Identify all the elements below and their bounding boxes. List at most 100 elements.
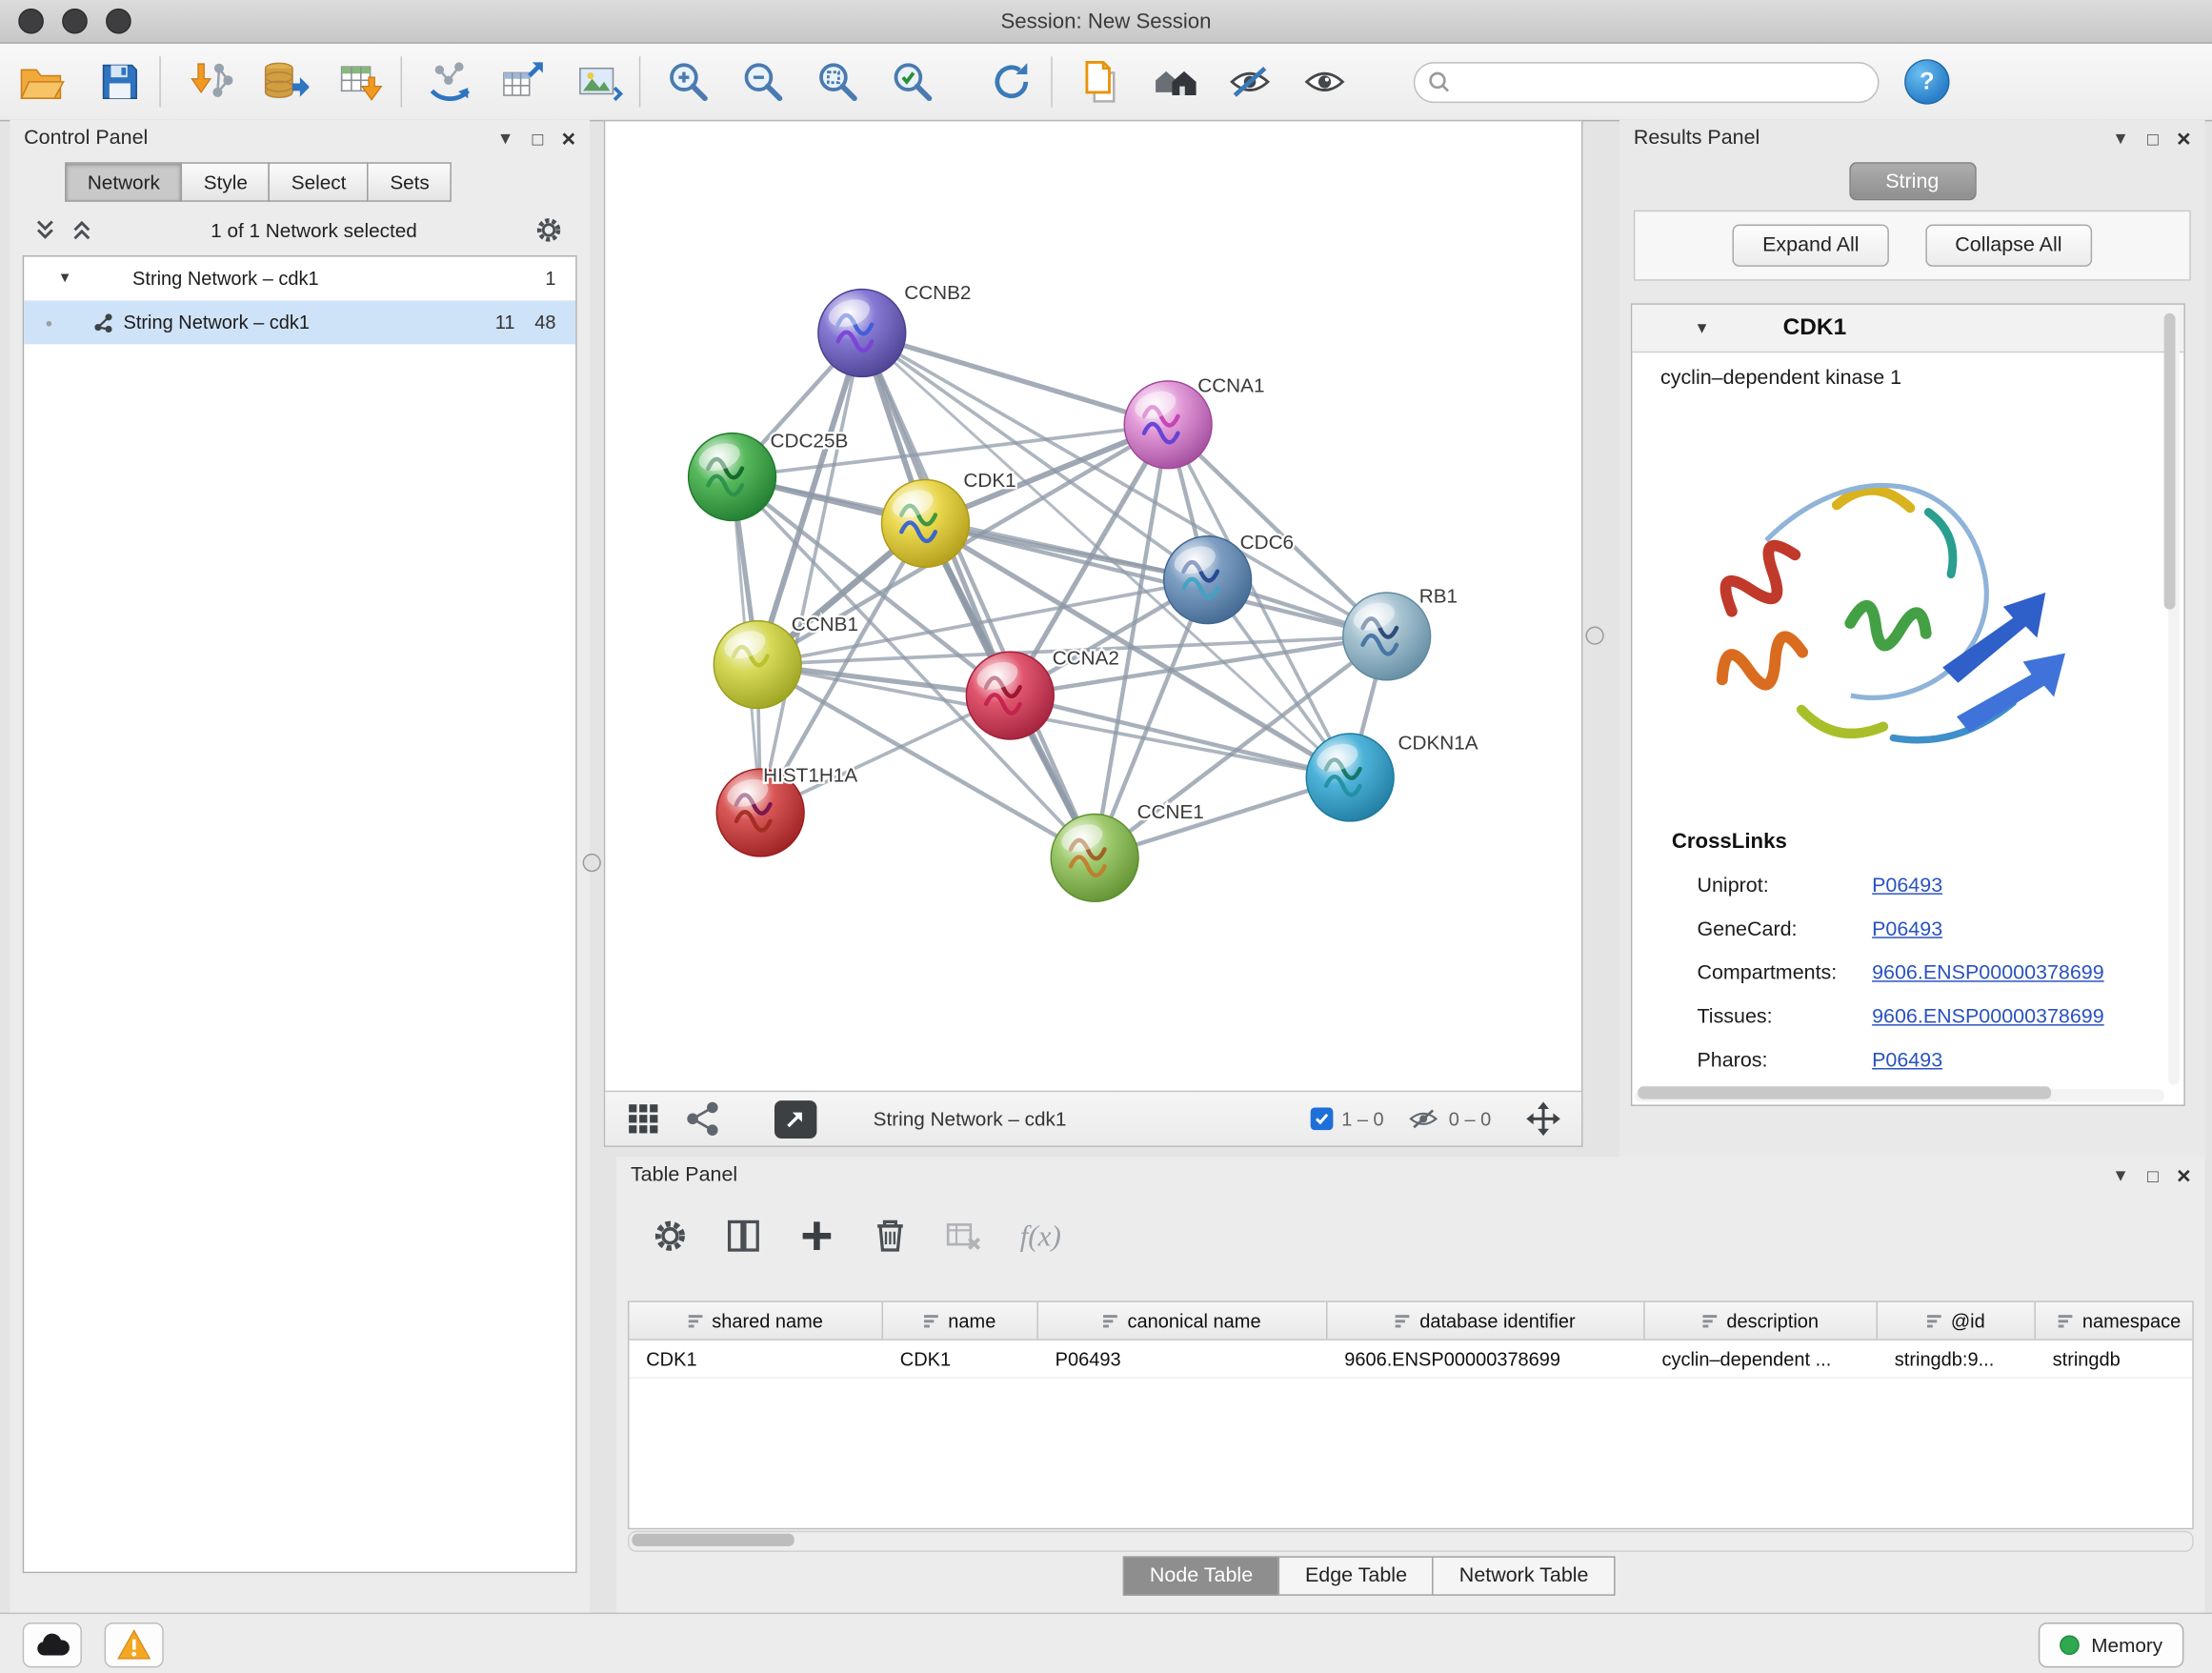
undock-icon[interactable]: □ <box>533 129 544 147</box>
tree-expand-icon[interactable]: ▼ <box>58 271 72 286</box>
table-cell[interactable]: cyclin–dependent ... <box>1645 1340 1878 1378</box>
collapse-all-button[interactable]: Collapse All <box>1925 224 2091 266</box>
undock-icon[interactable]: □ <box>2147 129 2159 147</box>
float-menu-icon[interactable]: ▼ <box>497 130 514 147</box>
network-node-RB1[interactable] <box>1343 593 1431 680</box>
tab-select[interactable]: Select <box>269 162 369 201</box>
crosslink-value-link[interactable]: P06493 <box>1872 917 1942 940</box>
help-button[interactable]: ? <box>1904 59 1949 104</box>
open-session-button[interactable] <box>11 50 70 112</box>
memory-button[interactable]: Memory <box>2039 1623 2183 1667</box>
copy-document-button[interactable] <box>1071 50 1130 112</box>
warnings-button[interactable] <box>105 1623 164 1667</box>
import-network-from-database-button[interactable] <box>255 50 314 112</box>
network-node-CDC6[interactable] <box>1164 536 1252 624</box>
zoom-in-button[interactable] <box>659 50 718 112</box>
network-node-CDK1[interactable] <box>882 479 970 567</box>
export-view-button[interactable] <box>774 1099 816 1138</box>
column-header-name[interactable]: name <box>883 1302 1038 1340</box>
crosslink-value-link[interactable]: P06493 <box>1872 874 1942 897</box>
left-splitter-handle[interactable] <box>583 854 601 872</box>
close-panel-icon[interactable]: × <box>2177 1163 2191 1187</box>
network-edge[interactable] <box>760 333 862 812</box>
tab-network-table[interactable]: Network Table <box>1433 1556 1616 1595</box>
delete-table-button-disabled[interactable] <box>944 1217 983 1256</box>
column-header-description[interactable]: description <box>1645 1302 1878 1340</box>
float-menu-icon[interactable]: ▼ <box>2112 130 2129 147</box>
show-columns-button[interactable] <box>724 1217 763 1256</box>
table-cell[interactable]: 9606.ENSP00000378699 <box>1327 1340 1644 1378</box>
tab-string[interactable]: String <box>1849 162 1976 200</box>
entry-vertical-scrollbar[interactable] <box>2168 308 2180 1085</box>
network-node-CCNA2[interactable] <box>966 652 1054 739</box>
new-table-from-network-button[interactable] <box>493 50 553 112</box>
network-node-CCNB1[interactable] <box>714 621 801 709</box>
clone-network-button[interactable] <box>420 50 479 112</box>
import-network-from-file-button[interactable] <box>182 50 241 112</box>
result-entry-header[interactable]: ▼ CDK1 <box>1632 305 2183 353</box>
zoom-fit-button[interactable] <box>809 50 868 112</box>
zoom-selected-button[interactable] <box>883 50 942 112</box>
table-horizontal-scrollbar[interactable] <box>628 1531 2194 1552</box>
search-input[interactable] <box>1414 61 1880 102</box>
table-cell[interactable]: CDK1 <box>883 1340 1038 1378</box>
table-cell[interactable]: stringdb <box>2036 1340 2194 1378</box>
table-row[interactable]: CDK1CDK1P064939606.ENSP00000378699cyclin… <box>629 1340 2192 1379</box>
entry-horizontal-scrollbar[interactable] <box>1635 1089 2163 1101</box>
network-node-CDC25B[interactable] <box>689 433 776 521</box>
selected-checkbox[interactable] <box>1311 1107 1334 1130</box>
column-header--id[interactable]: @id <box>1878 1302 2036 1340</box>
right-splitter-handle[interactable] <box>1585 627 1603 645</box>
home-view-button[interactable] <box>1145 50 1204 112</box>
move-crosshair-icon[interactable] <box>1525 1100 1562 1138</box>
hidden-eye-icon[interactable] <box>1406 1102 1440 1137</box>
column-header-canonical-name[interactable]: canonical name <box>1038 1302 1328 1340</box>
network-row-selected[interactable]: ● String Network – cdk1 11 48 <box>24 300 575 344</box>
expand-all-button[interactable]: Expand All <box>1733 224 1889 266</box>
network-node-CDKN1A[interactable] <box>1306 734 1394 821</box>
birdseye-view-icon[interactable] <box>684 1100 721 1138</box>
tab-node-table[interactable]: Node Table <box>1123 1556 1280 1595</box>
hide-selected-button[interactable] <box>1220 50 1279 112</box>
delete-column-button[interactable] <box>871 1217 910 1256</box>
create-column-button[interactable] <box>797 1217 836 1256</box>
table-cell[interactable]: CDK1 <box>629 1340 883 1378</box>
network-edge[interactable] <box>862 333 1168 424</box>
crosslink-value-link[interactable]: P06493 <box>1872 1049 1942 1072</box>
network-collection-row[interactable]: ▼ String Network – cdk1 1 <box>24 257 575 301</box>
function-builder-button[interactable]: f(x) <box>1020 1219 1061 1254</box>
save-session-button[interactable] <box>90 50 150 112</box>
tab-network[interactable]: Network <box>65 162 182 201</box>
column-header-database-identifier[interactable]: database identifier <box>1327 1302 1644 1340</box>
column-header-shared-name[interactable]: shared name <box>629 1302 883 1340</box>
table-cell[interactable]: P06493 <box>1038 1340 1328 1378</box>
tab-sets[interactable]: Sets <box>368 162 452 201</box>
tab-edge-table[interactable]: Edge Table <box>1278 1556 1434 1595</box>
cloud-status-button[interactable] <box>23 1623 82 1667</box>
network-node-CCNE1[interactable] <box>1051 814 1138 901</box>
export-image-button[interactable] <box>570 50 629 112</box>
show-all-button[interactable] <box>1295 50 1354 112</box>
network-canvas[interactable]: CCNB2CCNA1CDC25BCDK1CDC6RB1CCNB1CCNA2CDK… <box>605 121 1581 1093</box>
search-text-field[interactable] <box>1458 70 1878 95</box>
zoom-out-button[interactable] <box>734 50 793 112</box>
refresh-view-button[interactable] <box>982 50 1041 112</box>
network-edge[interactable] <box>862 333 1095 857</box>
collapse-entry-icon[interactable]: ▼ <box>1695 319 1710 336</box>
close-panel-icon[interactable]: × <box>2177 127 2191 151</box>
crosslink-value-link[interactable]: 9606.ENSP00000378699 <box>1872 1005 2104 1028</box>
collapse-all-icon[interactable] <box>32 217 58 243</box>
tab-style[interactable]: Style <box>181 162 270 201</box>
column-header-namespace[interactable]: namespace <box>2036 1302 2194 1340</box>
import-table-from-file-button[interactable] <box>332 50 391 112</box>
expand-all-icon[interactable] <box>70 217 95 243</box>
gear-icon[interactable] <box>533 214 565 246</box>
network-node-CCNB2[interactable] <box>818 290 906 377</box>
float-menu-icon[interactable]: ▼ <box>2112 1167 2129 1184</box>
crosslink-value-link[interactable]: 9606.ENSP00000378699 <box>1872 961 2104 984</box>
close-panel-icon[interactable]: × <box>561 127 575 151</box>
grid-view-icon[interactable] <box>625 1100 662 1138</box>
table-cell[interactable]: stringdb:9... <box>1878 1340 2036 1378</box>
table-settings-button[interactable] <box>651 1217 690 1256</box>
undock-icon[interactable]: □ <box>2147 1166 2159 1184</box>
